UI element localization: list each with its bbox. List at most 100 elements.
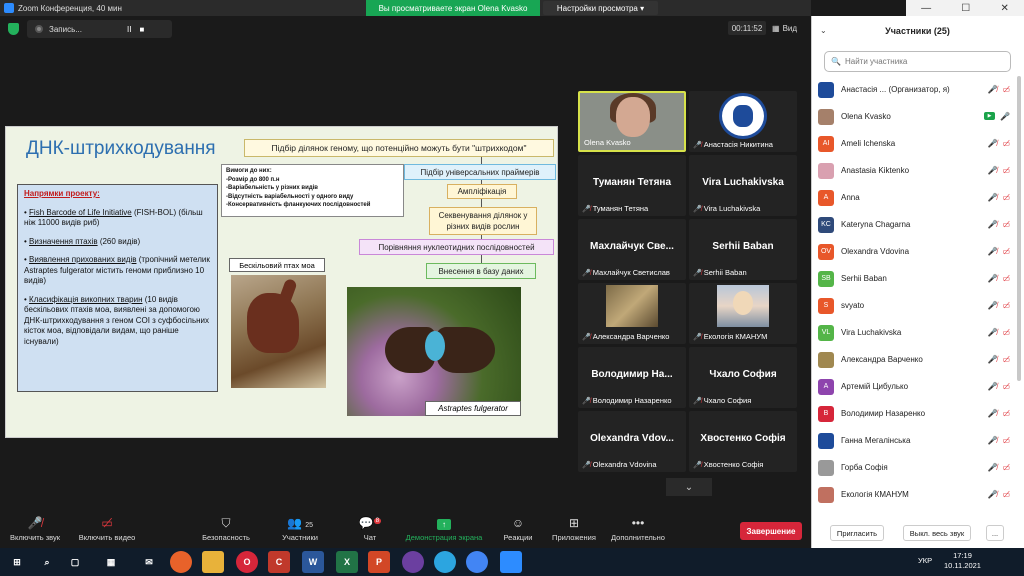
participant-row[interactable]: A Anna 🎤̸ ▭̸: [818, 184, 1014, 211]
participant-row[interactable]: AI Ameli Ichenska 🎤̸ ▭̸: [818, 130, 1014, 157]
video-tile[interactable]: Serhii Baban 🎤̸ Serhii Baban: [689, 219, 797, 280]
mute-all-button[interactable]: Выкл. весь звук: [903, 525, 971, 541]
panel-more-button[interactable]: ...: [986, 525, 1004, 541]
participant-row[interactable]: Анастасія ... (Организатор, я) 🎤̸ ▭̸: [818, 76, 1014, 103]
tile-name: Olena Kvasko: [584, 138, 631, 147]
video-tile[interactable]: Olexandra Vdov... 🎤̸ Olexandra Vdovina: [578, 411, 686, 472]
requirements-box: Вимоги до них: -Розмір до 800 п.н -Варіа…: [221, 164, 404, 217]
participant-row[interactable]: Екологія КМАНУМ 🎤̸ ▭̸: [818, 481, 1014, 508]
telegram-icon[interactable]: [434, 551, 456, 573]
panel-scrollbar[interactable]: [1017, 76, 1021, 381]
mic-muted-icon: 🎤̸: [693, 269, 702, 277]
maximize-button[interactable]: ☐: [961, 3, 970, 14]
security-shield-icon[interactable]: [8, 23, 19, 35]
mic-muted-icon: 🎤̸: [987, 409, 998, 418]
end-meeting-button[interactable]: Завершение: [740, 522, 802, 540]
security-button[interactable]: ⛉ Безопасность: [196, 516, 256, 542]
next-page-button[interactable]: ⌄: [666, 478, 712, 496]
powerpoint-icon[interactable]: P: [368, 551, 390, 573]
participant-row[interactable]: Горба Софія 🎤̸ ▭̸: [818, 454, 1014, 481]
participant-row[interactable]: A Артемій Цибулько 🎤̸ ▭̸: [818, 373, 1014, 400]
firefox-icon[interactable]: [170, 551, 192, 573]
requirement-item: -Варіабельність у різних видів: [226, 185, 318, 191]
participant-row[interactable]: B Володимир Назаренко 🎤̸ ▭̸: [818, 400, 1014, 427]
video-tile[interactable]: Vira Luchakivska 🎤̸ Vira Luchakivska: [689, 155, 797, 216]
mic-muted-icon: 🎤̸: [987, 274, 998, 283]
app-icon[interactable]: C: [268, 551, 290, 573]
video-tile[interactable]: Махлайчук Све... 🎤̸ Махлайчук Светислав: [578, 219, 686, 280]
participant-row[interactable]: Olena Kvasko ▶ 🎤: [818, 103, 1014, 130]
file-explorer-icon[interactable]: [202, 551, 224, 573]
view-button[interactable]: ▦ Вид: [772, 21, 806, 35]
participant-row[interactable]: VL Vira Luchakivska 🎤̸ ▭̸: [818, 319, 1014, 346]
video-tile[interactable]: 🎤̸ Александра Варченко: [578, 283, 686, 344]
start-video-button[interactable]: ▭̸ Включить видео: [74, 516, 140, 542]
tile-name: Махлайчук Светислав: [592, 268, 670, 277]
participant-row[interactable]: OV Olexandra Vdovina 🎤̸ ▭̸: [818, 238, 1014, 265]
invite-button[interactable]: Пригласить: [830, 525, 884, 541]
video-tile[interactable]: Чхало София 🎤̸ Чхало София: [689, 347, 797, 408]
tile-name: Vira Luchakivska: [703, 204, 761, 213]
video-off-icon: ▭̸: [1002, 85, 1010, 94]
participants-button[interactable]: 👥 25 Участники: [276, 516, 324, 542]
video-tile[interactable]: 🎤̸ Екологія КМАНУМ: [689, 283, 797, 344]
participant-row[interactable]: Anastasia Kiktenko 🎤̸ ▭̸: [818, 157, 1014, 184]
avatar: [818, 486, 834, 503]
apps-button[interactable]: ⊞ Приложения: [546, 516, 602, 542]
store-icon[interactable]: ▦: [100, 551, 122, 573]
participant-row[interactable]: Александра Варченко 🎤̸ ▭̸: [818, 346, 1014, 373]
avatar: [818, 81, 834, 98]
mic-muted-icon: 🎤̸: [987, 193, 998, 202]
requirement-item: -Консервативність фланкуючих послідовнос…: [226, 202, 371, 208]
video-tile[interactable]: Хвостенко Софія 🎤̸ Хвостенко Софія: [689, 411, 797, 472]
viber-icon[interactable]: [402, 551, 424, 573]
chrome-icon[interactable]: [466, 551, 488, 573]
view-settings-button[interactable]: Настройки просмотра ▾: [543, 1, 658, 15]
opera-icon[interactable]: O: [236, 551, 258, 573]
tile-big-name: Vira Luchakivska: [702, 177, 784, 188]
chat-button[interactable]: 💬 8 Чат: [352, 516, 388, 542]
tile-big-name: Махлайчук Све...: [590, 241, 674, 252]
direction-item: • Класифікація викопних тварин (10 видів…: [24, 294, 209, 346]
participant-name: Анастасія ... (Организатор, я): [841, 85, 950, 94]
video-tile-olena[interactable]: Olena Kvasko: [578, 91, 686, 152]
participant-row[interactable]: SB Serhii Baban 🎤̸ ▭̸: [818, 265, 1014, 292]
stop-recording-button[interactable]: ■: [139, 25, 144, 34]
windows-start-icon[interactable]: ⊞: [6, 551, 28, 573]
zoom-taskbar-icon[interactable]: [500, 551, 522, 573]
minimize-button[interactable]: —: [921, 3, 931, 14]
direction-item: • Fish Barcode of Life Initiative (FISH-…: [24, 207, 203, 228]
participant-row[interactable]: KC Kateryna Chagarna 🎤̸ ▭̸: [818, 211, 1014, 238]
word-icon[interactable]: W: [302, 551, 324, 573]
tile-name: Екологія КМАНУМ: [703, 332, 768, 341]
participant-row[interactable]: Ганна Мегалінська 🎤̸ ▭̸: [818, 427, 1014, 454]
participant-row[interactable]: Ssvyato 🎤̸ ▭̸: [818, 292, 1014, 319]
close-button[interactable]: ✕: [1000, 3, 1008, 14]
reactions-button[interactable]: ☺ Реакции: [498, 516, 538, 542]
avatar: [818, 351, 834, 368]
video-tile-anastasia[interactable]: 🎤̸ Анастасія Никитина: [689, 91, 797, 152]
video-tile[interactable]: Туманян Тетяна 🎤̸ Туманян Тетяна: [578, 155, 686, 216]
mail-icon[interactable]: ✉: [138, 551, 160, 573]
flow-step-1: Підбір ділянок геному, що потенційно мож…: [244, 139, 554, 157]
avatar: A: [818, 189, 834, 206]
participant-search[interactable]: 🔍: [824, 51, 1011, 72]
record-icon: [35, 25, 43, 33]
participant-name: Горба Софія: [841, 463, 888, 472]
unmute-button[interactable]: 🎤̸ Включить звук: [5, 516, 65, 542]
excel-icon[interactable]: X: [336, 551, 358, 573]
keyboard-language[interactable]: УКР: [918, 556, 932, 565]
video-off-icon: ▭̸: [1002, 193, 1010, 202]
tile-big-name: Туманян Тетяна: [592, 177, 672, 188]
search-input[interactable]: [844, 57, 995, 66]
pause-recording-button[interactable]: II: [127, 25, 131, 34]
clock[interactable]: 17:19 10.11.2021: [944, 551, 981, 571]
flow-step-2: Підбір універсальних праймерів: [404, 164, 556, 180]
share-screen-button[interactable]: ↑ Демонстрация экрана: [400, 516, 488, 542]
participant-name: Екологія КМАНУМ: [841, 490, 909, 499]
video-tile[interactable]: Володимир На... 🎤̸ Володимир Назаренко: [578, 347, 686, 408]
more-button[interactable]: ••• Дополнительно: [606, 516, 670, 542]
task-view-icon[interactable]: ▢: [64, 551, 86, 573]
search-taskbar-icon[interactable]: ⌕: [36, 551, 58, 573]
chevron-down-icon: ⌄: [684, 481, 694, 493]
